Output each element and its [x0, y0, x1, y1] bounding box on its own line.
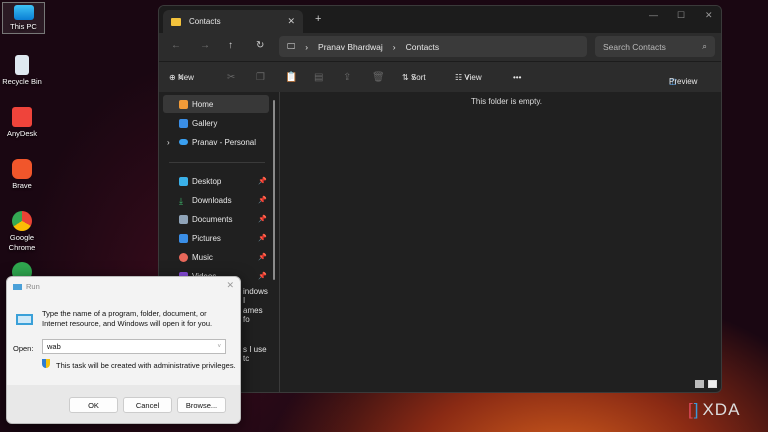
chevron-right-icon: ›: [167, 137, 170, 147]
tab-bar: Contacts ✕ + — ☐ ✕: [159, 6, 721, 33]
refresh-button[interactable]: ↻: [256, 40, 264, 51]
xda-watermark: [] XDA: [688, 400, 741, 419]
tab-title: Contacts: [189, 17, 221, 26]
music-icon: [179, 252, 188, 262]
tiles-view-icon[interactable]: [708, 380, 717, 388]
label: This PC: [10, 22, 37, 31]
maximize-button[interactable]: ☐: [677, 10, 685, 21]
label: Recycle Bin: [2, 77, 42, 86]
desktop-icon: [179, 176, 188, 186]
sidebar-item-documents[interactable]: Documents 📌: [163, 210, 269, 228]
copy-icon[interactable]: ❐: [256, 72, 265, 83]
desktop-icon-chrome[interactable]: Google Chrome: [2, 211, 42, 253]
share-icon[interactable]: ⇪: [343, 72, 351, 83]
sidebar-item-gallery[interactable]: Gallery: [163, 114, 269, 132]
run-dialog: Run ✕ Type the name of a program, folder…: [6, 276, 241, 424]
desktop-icon-this-pc[interactable]: This PC: [2, 2, 45, 34]
computer-icon: 🖵: [287, 41, 296, 51]
search-placeholder: Search Contacts: [603, 41, 666, 52]
brave-icon: [12, 159, 32, 179]
label: Brave: [12, 181, 32, 190]
cut-icon[interactable]: ✂: [227, 72, 235, 83]
chevron-icon: ›: [392, 41, 396, 52]
more-button[interactable]: •••: [513, 73, 521, 82]
search-icon: ⌕: [702, 41, 707, 51]
pin-icon: 📌: [258, 216, 267, 223]
description: Type the name of a program, folder, docu…: [42, 309, 213, 328]
pane-divider[interactable]: [279, 92, 280, 392]
new-tab-button[interactable]: +: [315, 13, 321, 25]
browse-button[interactable]: Browse...: [177, 397, 226, 413]
label: Google Chrome: [8, 233, 36, 252]
desktop-icon-anydesk[interactable]: AnyDesk: [2, 107, 42, 139]
search-input[interactable]: Search Contacts ⌕: [595, 36, 715, 57]
title-bar: Run: [13, 282, 40, 291]
sidebar-item-music[interactable]: Music 📌: [163, 248, 269, 266]
download-icon: ⤓: [179, 195, 183, 206]
cloud-icon: [179, 139, 188, 145]
monitor-icon: [13, 5, 34, 20]
cancel-button[interactable]: Cancel: [123, 397, 172, 413]
paste-icon[interactable]: 📋: [285, 72, 297, 83]
pin-icon: 📌: [258, 235, 267, 242]
close-button[interactable]: ✕: [226, 280, 234, 291]
home-icon: [179, 99, 188, 109]
divider: [169, 162, 265, 163]
label: AnyDesk: [6, 129, 37, 138]
file-explorer-window: Contacts ✕ + — ☐ ✕ ← → ↑ ↻ 🖵 › Pranav Bhar…: [158, 5, 722, 393]
pin-icon: 📌: [258, 178, 267, 185]
sidebar-item-pictures[interactable]: Pictures 📌: [163, 229, 269, 247]
sidebar-item-desktop[interactable]: Desktop 📌: [163, 172, 269, 190]
forward-button[interactable]: →: [200, 40, 210, 51]
run-icon: [13, 283, 22, 290]
new-button[interactable]: ⊕ New ˅: [169, 73, 194, 82]
minimize-button[interactable]: —: [649, 10, 658, 20]
rename-icon[interactable]: ▤: [314, 72, 323, 83]
anydesk-icon: [12, 107, 32, 127]
back-button[interactable]: ←: [171, 40, 181, 51]
address-bar-row: ← → ↑ ↻ 🖵 › Pranav Bhardwaj › Contacts Sea…: [159, 33, 721, 61]
desktop-icon-recycle-bin[interactable]: Recycle Bin: [2, 55, 42, 87]
sidebar-item-onedrive[interactable]: › Pranav - Personal: [163, 133, 269, 151]
pin-icon: 📌: [258, 254, 267, 261]
chevron-icon: ›: [305, 41, 309, 52]
up-button[interactable]: ↑: [228, 40, 233, 51]
ok-button[interactable]: OK: [69, 397, 118, 413]
gallery-icon: [179, 118, 188, 128]
desktop-icon-brave[interactable]: Brave: [2, 159, 42, 191]
breadcrumb-contacts[interactable]: Contacts: [406, 42, 440, 52]
pin-icon: 📌: [258, 197, 267, 204]
chrome-icon: [12, 211, 32, 231]
scrollbar[interactable]: [273, 100, 275, 280]
folder-icon: [171, 17, 181, 26]
close-window-button[interactable]: ✕: [705, 10, 713, 21]
breadcrumb-pranav[interactable]: Pranav Bhardwaj: [318, 42, 383, 52]
open-label: Open:: [13, 344, 34, 353]
recycle-bin-icon: [15, 55, 29, 75]
command-bar: ⊕ New ˅ ✂ ❐ 📋 ▤ ⇪ 🗑 ⇅ Sort ˅ ☷ View ˅ ••…: [159, 61, 721, 92]
chevron-down-icon: ˅: [217, 343, 221, 350]
run-program-icon: [16, 314, 33, 325]
open-input-value: wab: [47, 342, 61, 351]
shield-icon: [42, 359, 50, 368]
pictures-icon: [179, 233, 188, 243]
tab-contacts[interactable]: Contacts ✕: [163, 10, 303, 33]
close-tab-icon[interactable]: ✕: [287, 16, 295, 27]
documents-icon: [179, 214, 188, 224]
details-view-icon[interactable]: [695, 380, 704, 388]
sidebar-item-downloads[interactable]: ⤓ Downloads 📌: [163, 191, 269, 209]
sidebar-item-home[interactable]: Home: [163, 95, 269, 113]
delete-icon[interactable]: 🗑: [372, 72, 385, 83]
pin-icon: 📌: [258, 273, 267, 280]
open-combobox[interactable]: wab ˅: [42, 339, 226, 354]
empty-folder-message: This folder is empty.: [471, 97, 542, 106]
admin-note: This task will be created with administr…: [56, 361, 236, 370]
address-bar[interactable]: 🖵 › Pranav Bhardwaj › Contacts: [279, 36, 587, 57]
view-button[interactable]: ☷ View ˅: [455, 73, 482, 82]
sort-button[interactable]: ⇅ Sort ˅: [402, 73, 426, 82]
